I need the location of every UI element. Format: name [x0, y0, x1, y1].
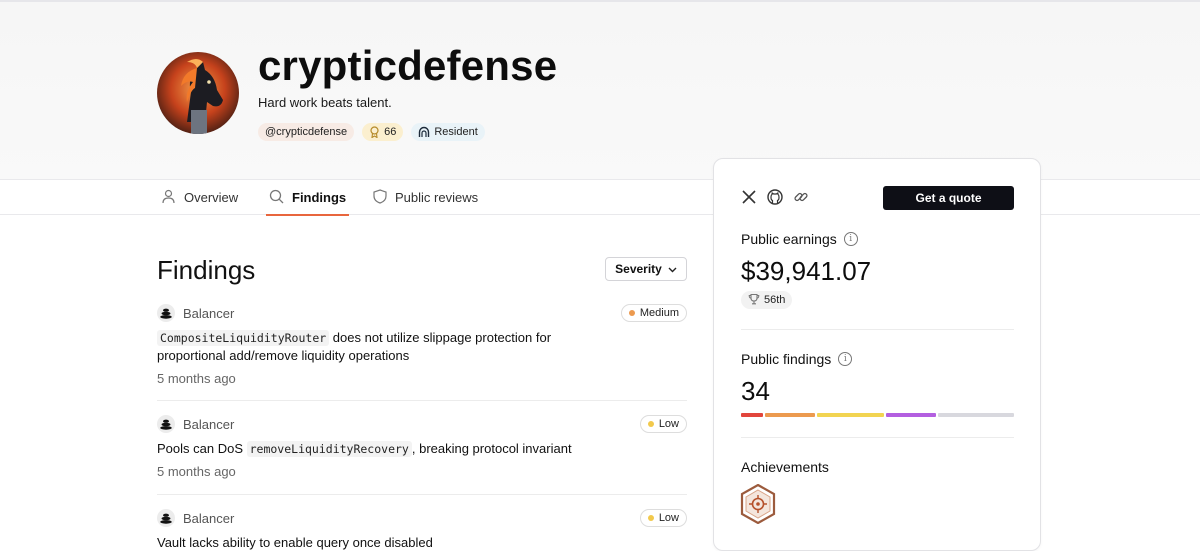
handle-label: @crypticdefense: [265, 126, 348, 138]
finding-item[interactable]: Balancer Medium CompositeLiquidityRouter…: [157, 303, 687, 386]
tab-findings-label: Findings: [292, 190, 347, 205]
points-badge: 66: [362, 123, 404, 141]
profile-badges: @crypticdefense 66 Resident: [258, 123, 485, 141]
github-icon[interactable]: [767, 189, 783, 205]
finding-item[interactable]: Balancer Low Vault lacks ability to enab…: [157, 508, 687, 551]
severity-segment-medium: [817, 413, 884, 417]
link-icon[interactable]: [793, 189, 809, 205]
resident-badge: Resident: [411, 123, 485, 141]
avatar: [157, 52, 239, 134]
x-icon[interactable]: [741, 189, 757, 205]
trophy-icon: [748, 293, 760, 308]
social-links: [741, 189, 809, 205]
shield-icon: [373, 188, 387, 207]
tab-public-reviews-label: Public reviews: [395, 190, 479, 205]
arch-icon: [418, 126, 430, 138]
severity-filter-button[interactable]: Severity: [605, 257, 687, 281]
balancer-logo-icon: [157, 415, 175, 433]
severity-segment-info: [938, 413, 1014, 417]
finding-title-code: removeLiquidityRecovery: [246, 441, 412, 457]
finding-title: CompositeLiquidityRouter does not utiliz…: [157, 329, 577, 365]
handle-badge[interactable]: @crypticdefense: [258, 123, 355, 141]
profile-header: crypticdefense Hard work beats talent. @…: [0, 0, 1200, 180]
finding-title: Vault lacks ability to enable query once…: [157, 535, 433, 550]
earnings-value: $39,941.07: [741, 256, 872, 286]
achievements-label-row: Achievements: [741, 459, 829, 475]
severity-badge: Low: [639, 509, 687, 527]
finding-title-post: , breaking protocol invariant: [411, 441, 572, 456]
divider: [741, 329, 1014, 330]
profile-name: crypticdefense: [258, 42, 558, 89]
severity-dot: [647, 515, 654, 521]
user-icon: [161, 189, 176, 207]
points-value: 66: [384, 126, 397, 138]
tab-findings[interactable]: Findings: [266, 180, 350, 216]
public-findings-count: 34: [741, 376, 770, 406]
project-name: Balancer: [183, 510, 235, 526]
severity-segment-high: [765, 413, 815, 417]
severity-dot: [628, 310, 635, 316]
balancer-logo-icon: [157, 304, 175, 322]
chevron-down-icon: [668, 262, 677, 276]
finding-title: Pools can DoS removeLiquidityRecovery, b…: [157, 440, 637, 458]
findings-heading: Findings: [157, 255, 256, 285]
earnings-label-row: Public earnings i: [741, 231, 858, 247]
balancer-logo-icon: [157, 509, 175, 527]
severity-badge: Low: [639, 415, 687, 433]
tab-overview[interactable]: Overview: [161, 180, 238, 215]
tab-public-reviews[interactable]: Public reviews: [373, 180, 478, 215]
divider: [157, 494, 687, 495]
severity-segment-low: [886, 413, 936, 417]
finding-time: 5 months ago: [157, 464, 236, 479]
get-a-quote-button[interactable]: Get a quote: [883, 186, 1014, 210]
public-findings-label: Public findings: [741, 351, 832, 367]
severity-segment-critical: [741, 413, 763, 417]
finding-title-pre: Pools can DoS: [157, 441, 247, 456]
severity-label: Medium: [639, 307, 679, 319]
finding-item[interactable]: Balancer Low Pools can DoS removeLiquidi…: [157, 414, 687, 479]
finding-time: 5 months ago: [157, 371, 236, 386]
severity-label: Low: [658, 512, 679, 524]
divider: [157, 400, 687, 401]
divider: [741, 437, 1014, 438]
severity-label: Low: [658, 418, 679, 430]
info-icon[interactable]: i: [843, 232, 858, 246]
severity-badge: Medium: [620, 304, 687, 322]
tab-overview-label: Overview: [184, 190, 239, 205]
resident-label: Resident: [434, 126, 478, 138]
rank-value: 56th: [764, 294, 786, 306]
profile-stats-card: Get a quote Public earnings i $39,941.07…: [713, 158, 1041, 551]
severity-dot: [647, 421, 654, 427]
project-name: Balancer: [183, 305, 235, 321]
project-name: Balancer: [183, 416, 235, 432]
findings-label-row: Public findings i: [741, 351, 853, 367]
profile-tagline: Hard work beats talent.: [258, 95, 392, 110]
earnings-label: Public earnings: [741, 231, 837, 247]
info-icon[interactable]: i: [838, 352, 853, 366]
achievements-label: Achievements: [741, 459, 829, 475]
finding-title-code: CompositeLiquidityRouter: [157, 330, 330, 346]
hexagon-badge-icon[interactable]: [740, 483, 776, 525]
search-icon: [269, 189, 284, 207]
severity-filter-label: Severity: [615, 262, 662, 276]
rank-badge: 56th: [741, 291, 793, 309]
severity-distribution-bar: [741, 413, 1014, 417]
medal-icon: [369, 126, 380, 138]
